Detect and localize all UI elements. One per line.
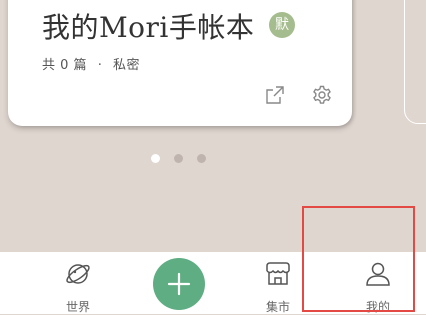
store-icon	[266, 262, 290, 285]
tab-world[interactable]: 世界	[38, 252, 118, 314]
planet-icon	[66, 264, 90, 284]
user-icon	[366, 262, 390, 286]
page-dot	[174, 154, 183, 163]
tab-market-label: 集市	[265, 300, 290, 314]
plus-icon	[167, 272, 191, 296]
tab-world-label: 世界	[65, 300, 90, 314]
add-button[interactable]	[153, 258, 205, 310]
notebook-card[interactable]: 我的Mori手帐本 默 共 0 篇 · 私密	[8, 0, 352, 126]
notebook-title: 我的Mori手帐本	[42, 11, 255, 44]
page-indicator	[151, 154, 206, 163]
bottom-tab-bar: 世界 集市 我的	[0, 252, 426, 314]
tab-mine-label: 我的	[365, 300, 390, 314]
tab-mine[interactable]: 我的	[338, 252, 418, 314]
page-dot	[197, 154, 206, 163]
next-notebook-card[interactable]	[404, 0, 426, 124]
default-badge: 默	[269, 12, 295, 38]
meta-separator: ·	[97, 58, 103, 73]
settings-icon[interactable]	[311, 84, 333, 106]
page-dot-active	[151, 154, 160, 163]
tab-market[interactable]: 集市	[238, 252, 318, 314]
privacy-label: 私密	[112, 58, 140, 73]
entry-count: 共 0 篇	[42, 58, 88, 73]
share-icon[interactable]	[264, 84, 286, 106]
notebook-meta: 共 0 篇 · 私密	[42, 54, 146, 73]
